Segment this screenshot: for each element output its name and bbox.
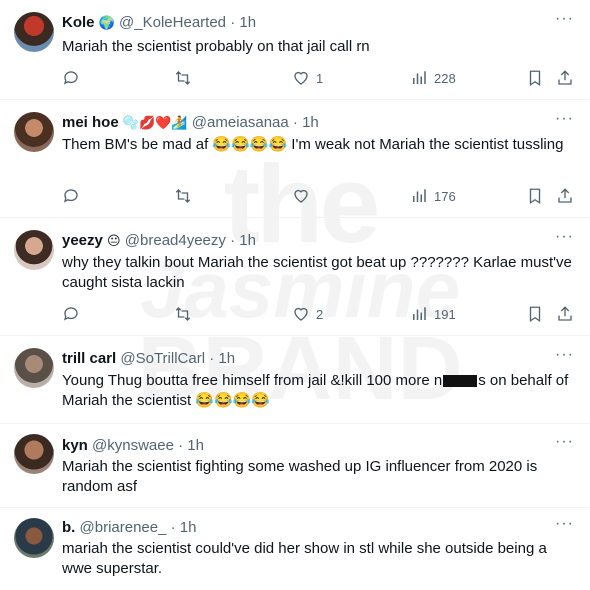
reply-button[interactable]	[62, 305, 80, 323]
heart-icon	[294, 71, 308, 85]
avatar[interactable]	[14, 348, 54, 388]
like-button[interactable]	[292, 187, 310, 205]
tweet-b[interactable]: b. @briarenee_ · 1h ··· mariah the scien…	[0, 508, 590, 590]
tweet-text: Young Thug boutta free himself from jail…	[62, 371, 572, 411]
tweet-text: mariah the scientist could've did her sh…	[62, 540, 547, 577]
timestamp[interactable]: · 1h	[209, 350, 235, 367]
reply-button[interactable]	[62, 187, 80, 205]
tweet-text-part-1: Young Thug boutta free himself from jail…	[62, 372, 443, 389]
display-name[interactable]: yeezy	[62, 232, 103, 249]
handle[interactable]: @_KoleHearted	[119, 14, 226, 31]
view-count: 228	[434, 70, 456, 86]
name-badge: 🫧💋❤️🏄	[122, 116, 188, 131]
display-name[interactable]: trill carl	[62, 350, 116, 367]
more-options-icon[interactable]: ···	[555, 515, 574, 533]
tweet-text: Mariah the scientist probably on that ja…	[62, 38, 370, 55]
like-count: 1	[316, 70, 324, 86]
bookmark-button[interactable]	[526, 305, 544, 323]
views-button[interactable]: 176	[410, 187, 456, 205]
tweet-actions: 2 191	[62, 305, 578, 325]
like-button[interactable]: 2	[292, 305, 323, 323]
display-name[interactable]: Kole	[62, 14, 95, 31]
tweet-actions: 1 228	[62, 69, 578, 89]
tweet-header: b. @briarenee_ · 1h	[62, 519, 197, 536]
tweet-header: kyn @kynswaee · 1h	[62, 437, 204, 454]
timestamp[interactable]: · 1h	[230, 14, 256, 31]
view-count: 176	[434, 188, 456, 204]
bookmark-icon	[529, 306, 541, 323]
tweet-header: mei hoe 🫧💋❤️🏄 @ameiasanaa · 1h	[62, 114, 319, 131]
handle[interactable]: @briarenee_	[80, 519, 167, 536]
views-icon	[413, 189, 426, 202]
display-name[interactable]: b.	[62, 519, 75, 536]
tweet-header: Kole 🌍 @_KoleHearted · 1h	[62, 14, 256, 31]
tweet-trill-carl[interactable]: trill carl @SoTrillCarl · 1h ··· Young T…	[0, 336, 590, 424]
views-button[interactable]: 191	[410, 305, 456, 323]
tweet-text: Them BM's be mad af 😂😂😂😂 I'm weak not Ma…	[62, 136, 564, 153]
share-icon	[558, 306, 572, 321]
like-button[interactable]: 1	[292, 69, 323, 87]
redaction-bar	[443, 375, 478, 388]
views-icon	[413, 71, 426, 84]
views-button[interactable]: 228	[410, 69, 456, 87]
like-count: 2	[316, 306, 324, 322]
tweet-text: Mariah the scientist fighting some washe…	[62, 458, 538, 495]
retweet-icon	[175, 189, 191, 203]
heart-icon	[294, 189, 308, 203]
tweet-mei-hoe[interactable]: mei hoe 🫧💋❤️🏄 @ameiasanaa · 1h ··· Them …	[0, 100, 590, 218]
handle[interactable]: @kynswaee	[92, 437, 174, 454]
tweet-kyn[interactable]: kyn @kynswaee · 1h ··· Mariah the scient…	[0, 424, 590, 508]
reply-button[interactable]	[62, 69, 80, 87]
tweet-header: trill carl @SoTrillCarl · 1h	[62, 350, 235, 367]
more-options-icon[interactable]: ···	[555, 10, 574, 28]
share-button[interactable]	[556, 305, 574, 323]
retweet-button[interactable]	[174, 187, 192, 205]
bookmark-button[interactable]	[526, 69, 544, 87]
timestamp[interactable]: · 1h	[178, 437, 204, 454]
handle[interactable]: @bread4yeezy	[125, 232, 226, 249]
tweet-yeezy[interactable]: yeezy 😐 @bread4yeezy · 1h ··· why they t…	[0, 218, 590, 336]
more-options-icon[interactable]: ···	[555, 346, 574, 364]
tweet-actions: 176	[62, 187, 578, 207]
retweet-icon	[175, 71, 191, 85]
tweet-header: yeezy 😐 @bread4yeezy · 1h	[62, 232, 256, 249]
reply-icon	[63, 189, 78, 203]
avatar[interactable]	[14, 12, 54, 52]
avatar[interactable]	[14, 230, 54, 270]
name-badge: 😐	[107, 234, 121, 249]
more-options-icon[interactable]: ···	[555, 433, 574, 451]
share-button[interactable]	[556, 69, 574, 87]
retweet-button[interactable]	[174, 69, 192, 87]
heart-icon	[294, 307, 308, 321]
handle[interactable]: @SoTrillCarl	[120, 350, 205, 367]
timestamp[interactable]: · 1h	[171, 519, 197, 536]
reply-icon	[63, 307, 78, 321]
more-options-icon[interactable]: ···	[555, 110, 574, 128]
share-icon	[558, 70, 572, 85]
share-button[interactable]	[556, 187, 574, 205]
views-icon	[413, 307, 426, 320]
timestamp[interactable]: · 1h	[230, 232, 256, 249]
reply-icon	[63, 71, 78, 85]
view-count: 191	[434, 306, 456, 322]
avatar[interactable]	[14, 434, 54, 474]
name-badge: 🌍	[98, 16, 115, 31]
bookmark-icon	[529, 188, 541, 205]
more-options-icon[interactable]: ···	[555, 228, 574, 246]
tweet-kole[interactable]: Kole 🌍 @_KoleHearted · 1h ··· Mariah the…	[0, 0, 590, 100]
display-name[interactable]: kyn	[62, 437, 88, 454]
bookmark-button[interactable]	[526, 187, 544, 205]
retweet-icon	[175, 307, 191, 321]
avatar[interactable]	[14, 518, 54, 558]
handle[interactable]: @ameiasanaa	[192, 114, 289, 131]
share-icon	[558, 188, 572, 203]
display-name[interactable]: mei hoe	[62, 114, 119, 131]
avatar[interactable]	[14, 112, 54, 152]
bookmark-icon	[529, 70, 541, 87]
timestamp[interactable]: · 1h	[293, 114, 319, 131]
tweet-text: why they talkin bout Mariah the scientis…	[62, 254, 572, 291]
retweet-button[interactable]	[174, 305, 192, 323]
